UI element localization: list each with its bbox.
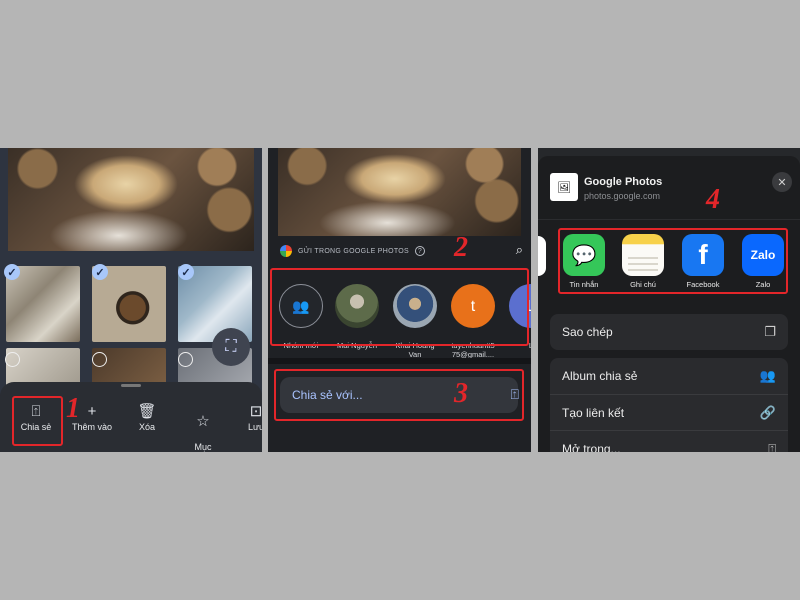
selected-check-icon[interactable]: ✓ (4, 264, 20, 280)
link-icon: 🔗 (759, 405, 776, 420)
google-photos-logo-icon (280, 245, 292, 257)
highlight-apps-box (558, 228, 788, 294)
send-in-google-photos-panel: GỬI TRONG GOOGLE PHOTOS ? ⌕ 2 👥 Nhóm mới… (268, 148, 531, 452)
actions-group: Album chia sẻ 👥 Tạo liên kết 🔗 Mở trong.… (550, 358, 788, 452)
save-icon: ⊡ (249, 403, 262, 420)
highlight-contacts-box (270, 268, 529, 346)
photos-selection-panel: ✓ ✓ ✓ ⛶ ⍐ Chia sẻ + Thêm vào 🗑 Xóa ☆ Mục… (0, 148, 262, 452)
share-source-title: Google Photos (584, 176, 663, 188)
star-icon: ☆ (196, 413, 210, 430)
google-photos-app-icon: 🖼 (550, 173, 578, 201)
row-label: Mở trong... (562, 441, 621, 453)
search-icon[interactable]: ⌕ (516, 242, 523, 258)
expand-icon: ⛶ (225, 338, 237, 355)
share-source-url: photos.google.com (584, 191, 661, 201)
main-photo (278, 148, 521, 236)
action-label: Lưu (247, 422, 262, 432)
people-icon: 👥 (759, 368, 776, 383)
unselected-circle-icon[interactable] (5, 352, 20, 367)
divider (538, 219, 800, 220)
close-button[interactable]: ✕ (772, 172, 792, 192)
sheet-handle[interactable] (121, 384, 141, 387)
shared-album-row[interactable]: Album chia sẻ 👥 (550, 358, 788, 394)
fullscreen-button[interactable]: ⛶ (212, 328, 250, 366)
ios-share-sheet-panel: 🖼 Google Photos photos.google.com ✕ 4 💬 … (538, 148, 800, 452)
send-header-label: GỬI TRONG GOOGLE PHOTOS (298, 247, 410, 255)
highlight-share-box (12, 396, 63, 446)
partial-app-icon[interactable] (538, 236, 546, 276)
create-link-row[interactable]: Tạo liên kết 🔗 (550, 394, 788, 430)
action-label: Xóa (138, 422, 155, 432)
step-number-1: 1 (66, 393, 80, 424)
selected-check-icon[interactable]: ✓ (92, 264, 108, 280)
section-divider (268, 358, 531, 364)
help-icon[interactable]: ? (415, 246, 426, 256)
highlight-share-with-box (274, 369, 524, 421)
row-label: Tạo liên kết (562, 405, 625, 420)
row-label: Album chia sẻ (562, 369, 638, 383)
favorite-action-button[interactable]: ☆ Mục ưa thích (175, 402, 231, 452)
step-number-4: 4 (706, 184, 720, 215)
selected-check-icon[interactable]: ✓ (178, 264, 194, 280)
send-header: GỬI TRONG GOOGLE PHOTOS ? (280, 243, 520, 259)
close-icon: ✕ (777, 176, 787, 189)
row-label: Sao chép (562, 325, 613, 339)
copy-group: Sao chép ❐ (550, 314, 788, 350)
contact-name: L (528, 341, 531, 350)
copy-icon: ❐ (764, 324, 776, 339)
step-number-2: 2 (454, 232, 468, 263)
unselected-circle-icon[interactable] (178, 352, 193, 367)
action-label: Mục ưa thích (194, 442, 212, 452)
save-action-button[interactable]: ⊡ Lưu (228, 402, 262, 432)
open-in-row[interactable]: Mở trong... ⍐ (550, 430, 788, 452)
copy-row[interactable]: Sao chép ❐ (550, 314, 788, 350)
delete-action-button[interactable]: 🗑 Xóa (119, 402, 175, 432)
main-photo (8, 148, 254, 251)
share-icon: ⍐ (768, 441, 776, 452)
unselected-circle-icon[interactable] (92, 352, 107, 367)
trash-icon: 🗑 (137, 403, 157, 420)
